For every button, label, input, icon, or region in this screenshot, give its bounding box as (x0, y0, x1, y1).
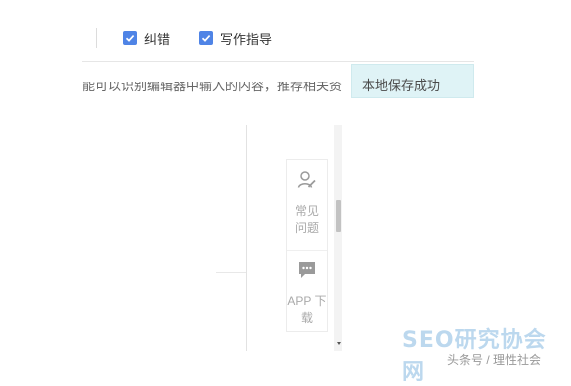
user-edit-icon (297, 170, 317, 195)
checkbox-checked-icon (123, 31, 137, 45)
faq-button[interactable]: 常见问题 (287, 170, 327, 237)
editor-rule (216, 272, 246, 273)
toast-message: 本地保存成功 (362, 78, 441, 93)
checkbox-label: 写作指导 (220, 31, 273, 47)
chat-bubble-icon (297, 260, 317, 285)
editor-hint-text: 能可以识别编辑器中输入的内容，推荐相关资 (82, 82, 343, 93)
save-toast: 本地保存成功 (351, 64, 474, 98)
scrollbar-thumb[interactable] (336, 200, 341, 232)
checkbox-correction[interactable]: 纠错 (123, 28, 170, 48)
editor-border (246, 125, 247, 351)
checkbox-label: 纠错 (144, 31, 171, 47)
toolbar-separator (96, 28, 97, 48)
app-download-button[interactable]: APP 下载 (287, 260, 327, 327)
app-download-label: APP 下载 (287, 294, 327, 325)
scroll-down-arrow-icon[interactable] (337, 342, 341, 345)
toolbar-divider (82, 61, 474, 62)
side-help-panel: 常见问题 APP 下载 (286, 159, 328, 332)
scrollbar[interactable] (334, 125, 342, 351)
faq-label: 常见问题 (294, 204, 319, 235)
checkbox-checked-icon (199, 31, 213, 45)
checkbox-writing-guide[interactable]: 写作指导 (199, 28, 272, 48)
watermark-caption: 头条号 / 理性社会 (447, 353, 542, 367)
panel-divider (287, 250, 327, 251)
